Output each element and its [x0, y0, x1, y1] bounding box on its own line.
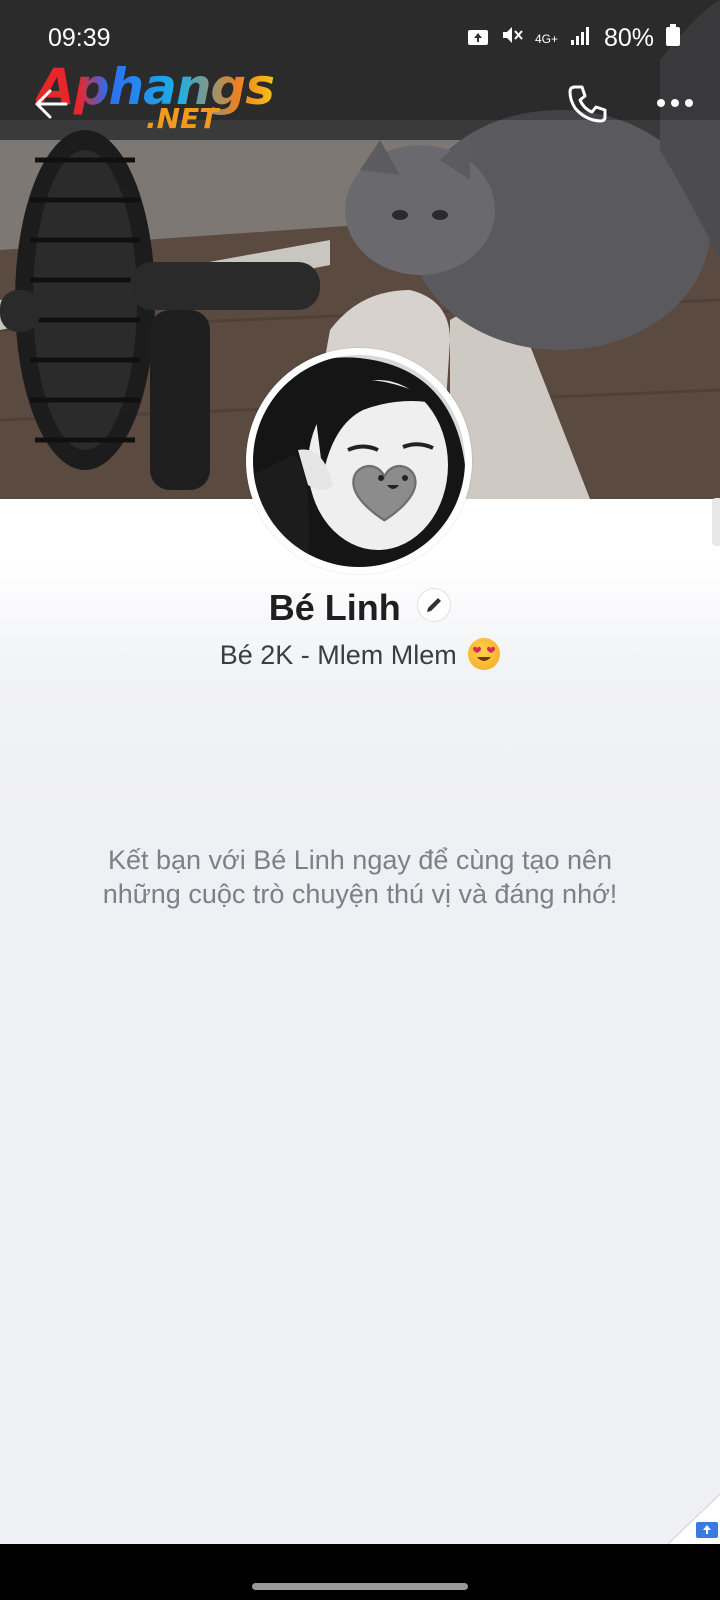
profile-name-row: Bé Linh	[0, 587, 720, 629]
folder-upload-icon	[667, 1493, 720, 1545]
battery-percent: 80%	[603, 24, 654, 52]
heart-eyes-emoji	[468, 637, 501, 670]
avatar[interactable]	[246, 348, 472, 574]
home-indicator[interactable]	[252, 1583, 468, 1590]
call-button[interactable]	[565, 82, 609, 126]
status-icons: 4G+ 80%	[467, 24, 680, 53]
profile-status-text: Bé 2K - Mlem Mlem	[219, 640, 457, 670]
profile-status: Bé 2K - Mlem Mlem	[0, 637, 720, 673]
corner-shortcut[interactable]	[667, 1493, 720, 1545]
back-button[interactable]	[30, 82, 74, 126]
pencil-icon	[427, 598, 442, 612]
empty-state-message: Kết bạn với Bé Linh ngay để cùng tạo nên…	[60, 843, 660, 911]
scroll-handle[interactable]	[712, 498, 720, 546]
network-label: 4G+	[534, 31, 558, 46]
system-nav-bar	[0, 1544, 720, 1600]
battery-icon	[666, 24, 680, 53]
arrow-left-icon	[35, 89, 68, 119]
phone-icon	[568, 85, 607, 123]
cloud-upload-icon	[467, 24, 489, 53]
watermark-line2: .NET	[146, 102, 219, 135]
avatar-photo	[253, 355, 465, 567]
edit-name-button[interactable]	[417, 588, 452, 622]
more-dots-icon	[657, 99, 693, 107]
more-options-button[interactable]	[655, 88, 695, 118]
empty-state-line2: những cuộc trò chuyện thú vị và đáng nhớ…	[102, 879, 618, 909]
signal-icon	[570, 24, 592, 53]
empty-state-line1: Kết bạn với Bé Linh ngay để cùng tạo nên	[107, 845, 613, 875]
profile-name: Bé Linh	[268, 587, 401, 628]
mute-icon	[501, 24, 523, 53]
status-time: 09:39	[48, 24, 111, 52]
